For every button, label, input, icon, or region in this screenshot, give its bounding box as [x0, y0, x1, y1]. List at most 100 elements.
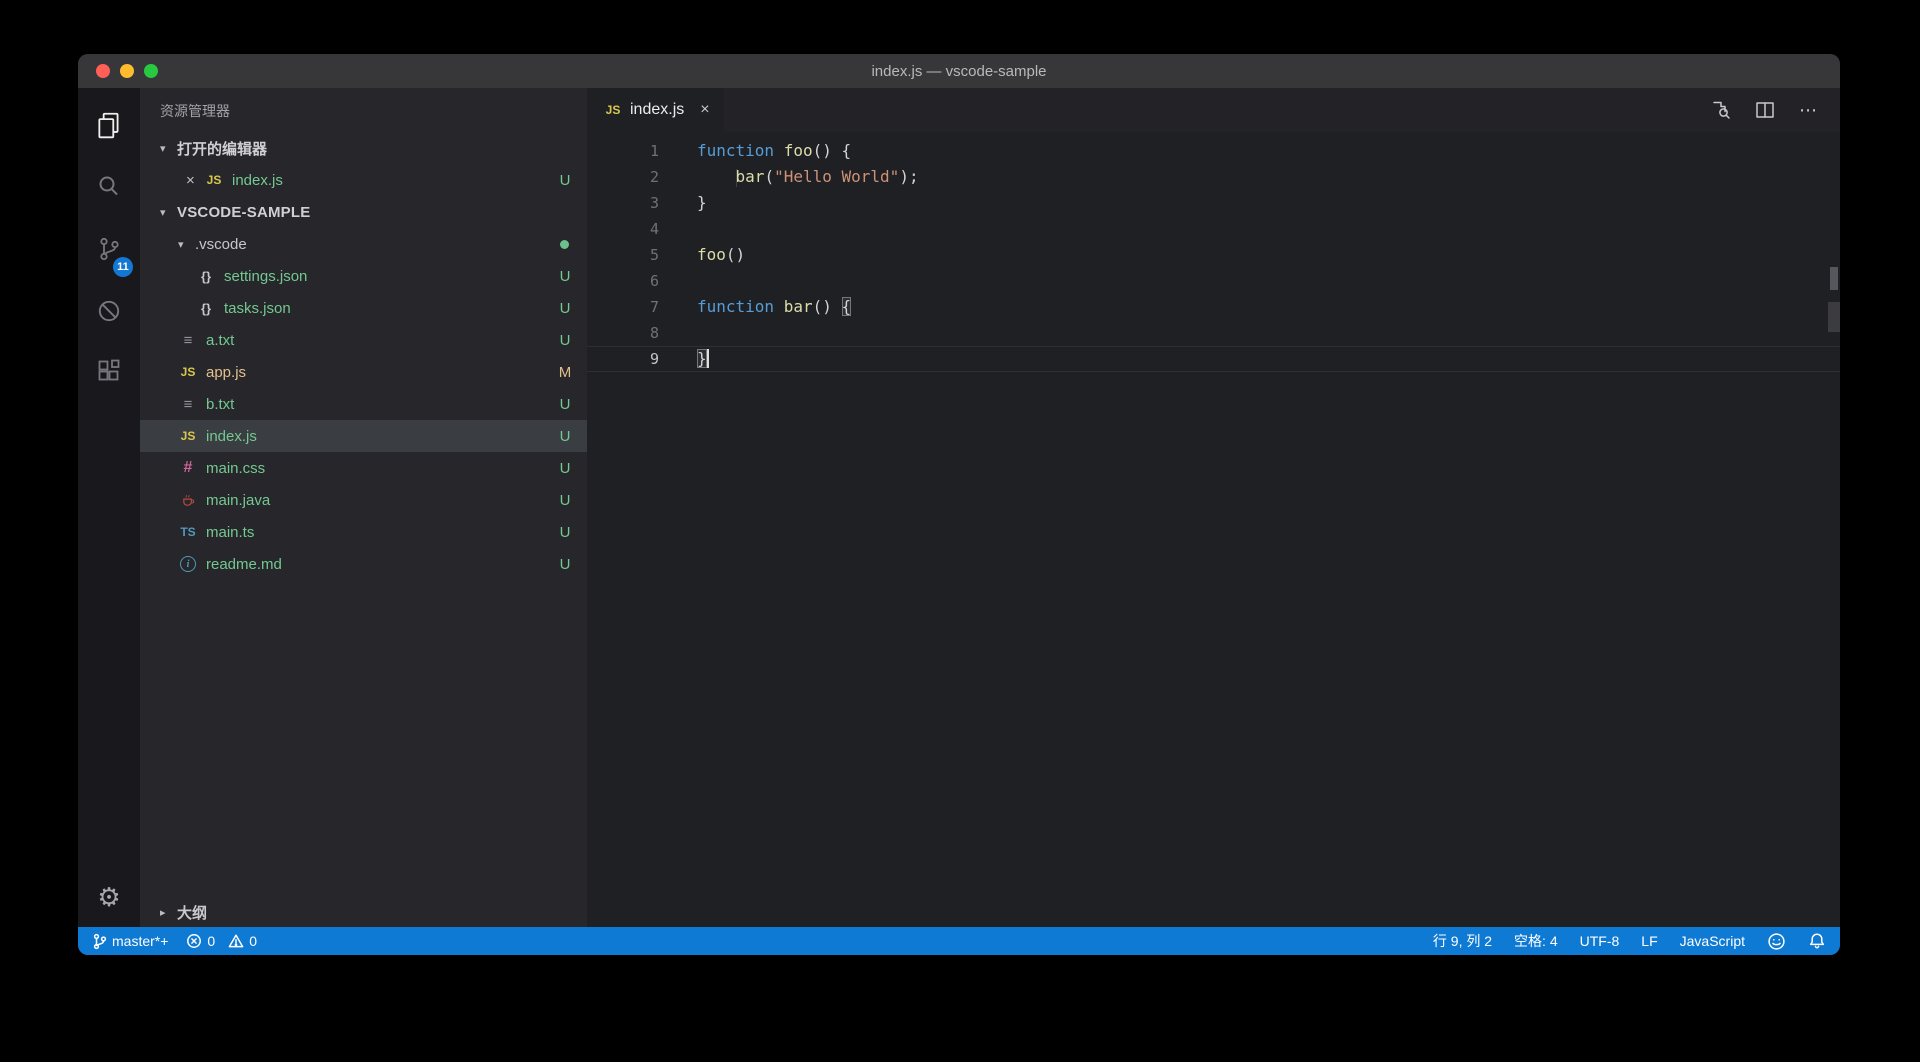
- tab-label: index.js: [630, 101, 685, 118]
- zoom-window-button[interactable]: [144, 64, 158, 78]
- code-line-6[interactable]: 6: [587, 268, 1840, 294]
- code-line-8[interactable]: 8: [587, 320, 1840, 346]
- code-text: }: [697, 193, 707, 212]
- tree-item-settings.json[interactable]: {} settings.json U: [140, 260, 587, 292]
- tree-item-main.ts[interactable]: TS main.ts U: [140, 516, 587, 548]
- close-window-button[interactable]: [96, 64, 110, 78]
- activity-debug[interactable]: [78, 282, 140, 344]
- file-label: main.ts: [206, 523, 255, 541]
- code-line-3[interactable]: 3}: [587, 190, 1840, 216]
- feedback-smiley-icon[interactable]: [1767, 932, 1786, 951]
- outline-section[interactable]: ▸ 大纲: [140, 897, 587, 927]
- file-label: settings.json: [224, 267, 308, 285]
- tree-item-.vscode[interactable]: ▾ .vscode: [140, 228, 587, 260]
- code-editor[interactable]: 1 function foo() { 2 bar("Hello World"); 3}…: [587, 132, 1840, 927]
- status-indentation[interactable]: 空格: 4: [1514, 931, 1558, 951]
- search-icon: [95, 173, 123, 206]
- desktop: index.js — vscode-sample 11 ⚙ 资源管理器 ▾ 打开…: [0, 0, 1920, 1062]
- open-editors-header[interactable]: ▾ 打开的编辑器: [140, 132, 587, 164]
- tree-item-a.txt[interactable]: ≡ a.txt U: [140, 324, 587, 356]
- code-line-9[interactable]: 9}: [587, 346, 1840, 372]
- status-eol[interactable]: LF: [1641, 933, 1657, 949]
- more-actions-icon[interactable]: ⋯: [1799, 101, 1818, 119]
- css-file-icon: #: [183, 459, 193, 476]
- file-label: main.java: [206, 491, 271, 509]
- git-status-letter: U: [559, 491, 571, 509]
- settings-gear-icon[interactable]: ⚙: [97, 883, 120, 913]
- activity-extensions[interactable]: [78, 344, 140, 406]
- status-language-mode[interactable]: JavaScript: [1680, 933, 1745, 949]
- code-line-7[interactable]: 7 function bar() {: [587, 294, 1840, 320]
- debug-icon: [95, 297, 123, 330]
- tree-item-main.java[interactable]: main.java U: [140, 484, 587, 516]
- activity-explorer[interactable]: [78, 96, 140, 158]
- line-number: 1: [649, 142, 659, 160]
- file-label: main.css: [206, 459, 266, 477]
- workbench: 11 ⚙ 资源管理器 ▾ 打开的编辑器 × JS index.js U ▾ VS…: [78, 88, 1840, 927]
- code-line-2[interactable]: 2 bar("Hello World");: [587, 164, 1840, 190]
- overview-ruler-mark[interactable]: [1830, 267, 1838, 290]
- explorer-icon: [94, 110, 124, 145]
- java-file-icon: [178, 493, 198, 508]
- find-in-file-icon[interactable]: [1711, 100, 1731, 120]
- close-editor-icon[interactable]: ×: [186, 172, 204, 189]
- vscode-window: index.js — vscode-sample 11 ⚙ 资源管理器 ▾ 打开…: [78, 54, 1840, 955]
- git-status-letter: U: [559, 555, 571, 573]
- scm-badge: 11: [113, 257, 133, 277]
- json-file-icon: {}: [200, 268, 212, 284]
- git-status-letter: U: [559, 267, 571, 285]
- status-cursor-position[interactable]: 行 9, 列 2: [1433, 931, 1492, 951]
- status-bar: master*+ 0 0 行 9, 列 2 空格: 4 UTF-8 LF Jav…: [78, 927, 1840, 955]
- activity-source-control[interactable]: 11: [78, 220, 140, 282]
- tree-item-index.js[interactable]: JS index.js U: [140, 420, 587, 452]
- tab-close-icon[interactable]: ×: [700, 101, 709, 119]
- file-label: app.js: [206, 363, 247, 381]
- git-status-letter: U: [559, 331, 571, 349]
- git-branch-item[interactable]: master*+: [92, 933, 168, 950]
- errors-count: 0: [207, 933, 216, 949]
- code-text: function foo() {: [697, 141, 852, 160]
- status-encoding[interactable]: UTF-8: [1580, 933, 1620, 949]
- tree-item-readme.md[interactable]: i readme.md U: [140, 548, 587, 580]
- tree-item-b.txt[interactable]: ≡ b.txt U: [140, 388, 587, 420]
- tab-index-js[interactable]: JS index.js ×: [587, 88, 724, 132]
- split-editor-icon[interactable]: [1755, 100, 1775, 120]
- folder-root-header[interactable]: ▾ VSCODE-SAMPLE: [140, 196, 587, 228]
- traffic-lights: [96, 54, 158, 88]
- line-number: 2: [649, 168, 659, 186]
- git-status-letter: U: [559, 523, 571, 541]
- sidebar-title: 资源管理器: [160, 103, 230, 119]
- minimize-window-button[interactable]: [120, 64, 134, 78]
- git-status-letter: M: [558, 363, 572, 381]
- editor-group: JS index.js × ⋯ 1 function foo() {2 bar…: [587, 88, 1840, 927]
- line-number: 7: [649, 298, 659, 316]
- tree-item-tasks.json[interactable]: {} tasks.json U: [140, 292, 587, 324]
- activity-search[interactable]: [78, 158, 140, 220]
- notifications-bell-icon[interactable]: [1808, 932, 1826, 950]
- collapsed-arrow-icon: ▸: [160, 906, 166, 919]
- activity-bar: 11 ⚙: [78, 88, 140, 927]
- tree-item-main.css[interactable]: # main.css U: [140, 452, 587, 484]
- open-editors-list: × JS index.js U: [140, 164, 587, 196]
- code-line-5[interactable]: 5 foo(): [587, 242, 1840, 268]
- code-line-1[interactable]: 1 function foo() {: [587, 138, 1840, 164]
- file-label: a.txt: [206, 331, 235, 349]
- overview-ruler-mark[interactable]: [1828, 302, 1840, 332]
- js-file-icon: JS: [180, 365, 196, 379]
- root-folder-label: VSCODE-SAMPLE: [177, 203, 311, 221]
- file-label: index.js: [206, 427, 257, 445]
- window-title: index.js — vscode-sample: [871, 62, 1047, 80]
- line-number: 4: [649, 220, 659, 238]
- file-label: .vscode: [195, 235, 247, 253]
- git-status-letter: U: [559, 459, 571, 477]
- git-status-letter: U: [559, 395, 571, 413]
- branch-label: master*+: [112, 933, 169, 949]
- code-text: }: [697, 349, 709, 368]
- problems-item[interactable]: 0 0: [186, 933, 257, 949]
- open-editors-label: 打开的编辑器: [177, 140, 268, 158]
- tree-item-app.js[interactable]: JS app.js M: [140, 356, 587, 388]
- code-line-4[interactable]: 4: [587, 216, 1840, 242]
- open-editor-index.js[interactable]: × JS index.js U: [140, 164, 587, 196]
